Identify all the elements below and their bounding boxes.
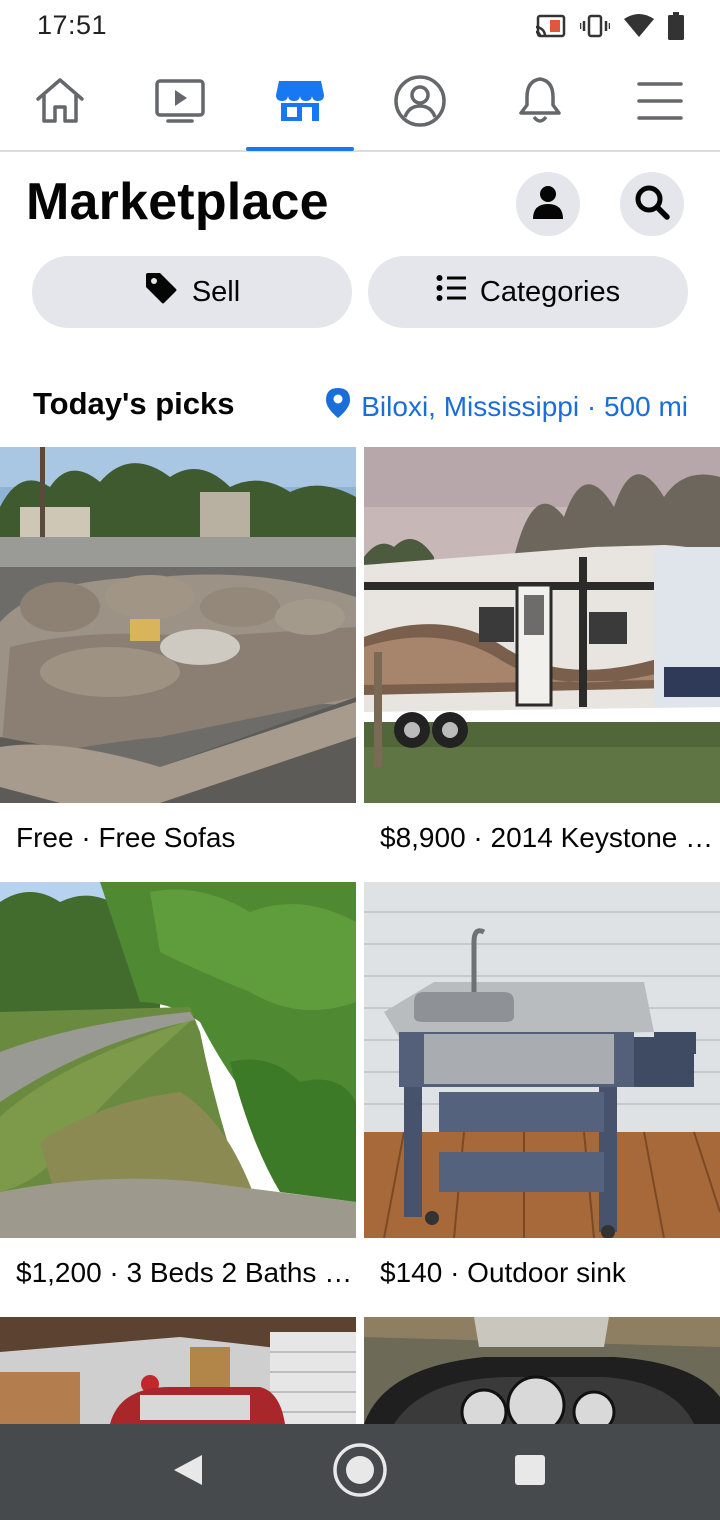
listing-photo-motorcycle[interactable] xyxy=(364,1317,720,1424)
tab-marketplace[interactable] xyxy=(246,56,354,151)
listing-photo-sink[interactable] xyxy=(364,882,720,1238)
tab-profile[interactable] xyxy=(366,56,474,150)
status-bar: 17:51 xyxy=(0,0,720,56)
categories-button[interactable]: Categories xyxy=(368,256,688,328)
profile-button[interactable] xyxy=(516,172,580,236)
battery-icon xyxy=(668,12,684,40)
location-filter[interactable]: Biloxi, Mississippi · 500 mi xyxy=(325,387,688,426)
vibrate-icon xyxy=(580,14,610,38)
listing-label[interactable]: $8,900 · 2014 Keystone Springdale xyxy=(380,822,720,854)
home-button[interactable] xyxy=(312,1424,408,1520)
listing-label[interactable]: $1,200 · 3 Beds 2 Baths House xyxy=(16,1257,356,1289)
person-icon xyxy=(530,184,566,225)
page-title: Marketplace xyxy=(26,173,329,231)
listing-photo-garage[interactable] xyxy=(0,1317,356,1424)
wifi-icon xyxy=(624,14,654,38)
search-icon xyxy=(633,183,671,226)
list-icon xyxy=(436,274,466,310)
tag-icon xyxy=(144,271,178,313)
bell-icon xyxy=(516,75,564,132)
listing-label[interactable]: Free · Free Sofas xyxy=(16,822,356,854)
tab-home[interactable] xyxy=(6,56,114,150)
back-icon xyxy=(172,1453,204,1492)
home-icon xyxy=(34,77,86,130)
cast-icon xyxy=(536,14,566,38)
recents-icon xyxy=(514,1454,546,1491)
status-icons xyxy=(536,10,684,42)
sell-label: Sell xyxy=(191,275,241,308)
categories-label: Categories xyxy=(479,275,621,308)
listing-photo-sofas[interactable] xyxy=(0,447,356,803)
recents-button[interactable] xyxy=(482,1424,578,1520)
home-circle-icon xyxy=(332,1442,388,1503)
location-text: Biloxi, Mississippi · 500 mi xyxy=(361,390,688,422)
listing-photo-camper[interactable] xyxy=(364,447,720,803)
profile-icon xyxy=(393,74,447,133)
sell-button[interactable]: Sell xyxy=(32,256,352,328)
tab-notifications[interactable] xyxy=(486,56,594,150)
listing-photo-land[interactable] xyxy=(0,882,356,1238)
search-button[interactable] xyxy=(620,172,684,236)
video-icon xyxy=(154,77,206,130)
listing-label[interactable]: $140 · Outdoor sink xyxy=(380,1257,720,1289)
location-pin-icon xyxy=(325,387,351,426)
status-time: 17:51 xyxy=(37,10,108,40)
system-navigation-bar xyxy=(0,1424,720,1520)
tab-watch[interactable] xyxy=(126,56,234,150)
marketplace-icon xyxy=(274,77,326,130)
top-navigation xyxy=(0,56,720,152)
tab-menu[interactable] xyxy=(606,56,714,150)
hamburger-icon xyxy=(636,80,684,127)
section-title: Today's picks xyxy=(33,386,235,421)
back-button[interactable] xyxy=(140,1424,236,1520)
